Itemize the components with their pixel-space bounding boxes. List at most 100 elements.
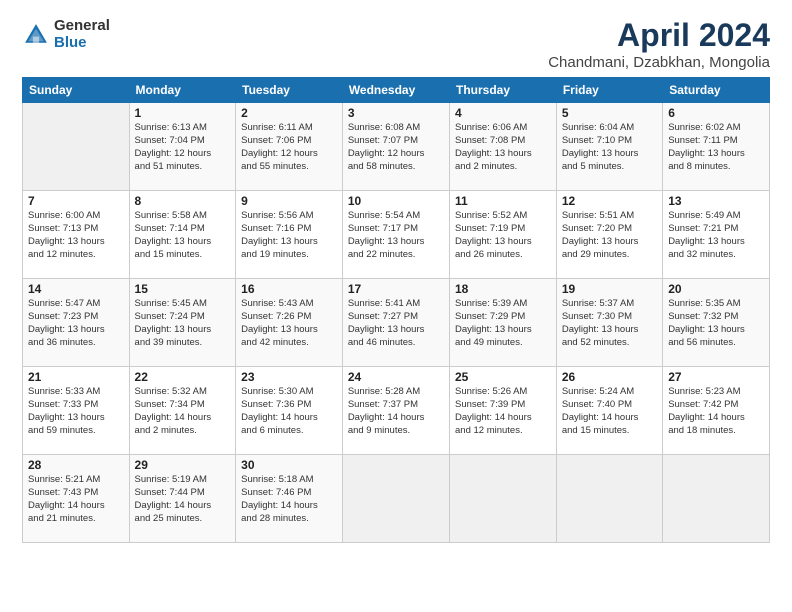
weekday-friday: Friday — [556, 78, 662, 103]
day-number: 15 — [135, 282, 231, 296]
calendar-cell: 16Sunrise: 5:43 AMSunset: 7:26 PMDayligh… — [236, 279, 343, 367]
day-number: 6 — [668, 106, 764, 120]
day-number: 9 — [241, 194, 337, 208]
week-row-4: 28 Sunrise: 5:21 AMSunset: 7:43 PMDayligh… — [23, 455, 770, 543]
calendar-cell: 14 Sunrise: 5:47 AMSunset: 7:23 PMDayligh… — [23, 279, 130, 367]
day-info: Sunrise: 5:35 AMSunset: 7:32 PMDaylight:… — [668, 298, 764, 349]
day-info: Sunrise: 5:19 AMSunset: 7:44 PMDaylight:… — [135, 474, 231, 525]
calendar-cell: 1 Sunrise: 6:13 AMSunset: 7:04 PMDaylight… — [129, 103, 236, 191]
day-number: 1 — [135, 106, 231, 120]
day-number: 21 — [28, 370, 124, 384]
day-number: 18 — [455, 282, 551, 296]
calendar-cell: 27 Sunrise: 5:23 AMSunset: 7:42 PMDayligh… — [663, 367, 770, 455]
logo-blue: Blue — [54, 35, 110, 52]
day-info: Sunrise: 5:23 AMSunset: 7:42 PMDaylight:… — [668, 386, 764, 437]
day-number: 5 — [562, 106, 657, 120]
week-row-2: 14 Sunrise: 5:47 AMSunset: 7:23 PMDayligh… — [23, 279, 770, 367]
day-number: 30 — [241, 458, 337, 472]
logo-text: General Blue — [54, 18, 110, 51]
day-info: Sunrise: 5:56 AMSunset: 7:16 PMDaylight:… — [241, 210, 337, 261]
calendar-cell: 22Sunrise: 5:32 AMSunset: 7:34 PMDayligh… — [129, 367, 236, 455]
weekday-wednesday: Wednesday — [342, 78, 449, 103]
calendar-subtitle: Chandmani, Dzabkhan, Mongolia — [548, 54, 770, 71]
weekday-monday: Monday — [129, 78, 236, 103]
calendar-cell — [342, 455, 449, 543]
page: General Blue April 2024 Chandmani, Dzabk… — [0, 0, 792, 612]
weekday-thursday: Thursday — [450, 78, 557, 103]
calendar-cell — [556, 455, 662, 543]
day-info: Sunrise: 5:21 AMSunset: 7:43 PMDaylight:… — [28, 474, 124, 525]
day-info: Sunrise: 6:02 AMSunset: 7:11 PMDaylight:… — [668, 122, 764, 173]
day-number: 27 — [668, 370, 764, 384]
day-number: 10 — [348, 194, 444, 208]
calendar-cell: 2 Sunrise: 6:11 AMSunset: 7:06 PMDaylight… — [236, 103, 343, 191]
calendar-cell: 24 Sunrise: 5:28 AMSunset: 7:37 PMDayligh… — [342, 367, 449, 455]
day-number: 17 — [348, 282, 444, 296]
day-number: 16 — [241, 282, 337, 296]
day-info: Sunrise: 6:00 AMSunset: 7:13 PMDaylight:… — [28, 210, 124, 261]
calendar-cell: 9 Sunrise: 5:56 AMSunset: 7:16 PMDaylight… — [236, 191, 343, 279]
day-info: Sunrise: 5:41 AMSunset: 7:27 PMDaylight:… — [348, 298, 444, 349]
logo: General Blue — [22, 18, 110, 51]
day-info: Sunrise: 5:58 AMSunset: 7:14 PMDaylight:… — [135, 210, 231, 261]
day-number: 2 — [241, 106, 337, 120]
day-number: 23 — [241, 370, 337, 384]
calendar-cell: 3 Sunrise: 6:08 AMSunset: 7:07 PMDaylight… — [342, 103, 449, 191]
day-info: Sunrise: 6:08 AMSunset: 7:07 PMDaylight:… — [348, 122, 444, 173]
calendar-cell: 5 Sunrise: 6:04 AMSunset: 7:10 PMDaylight… — [556, 103, 662, 191]
day-number: 25 — [455, 370, 551, 384]
day-info: Sunrise: 5:33 AMSunset: 7:33 PMDaylight:… — [28, 386, 124, 437]
logo-general: General — [54, 18, 110, 35]
calendar-cell — [450, 455, 557, 543]
calendar-cell: 15Sunrise: 5:45 AMSunset: 7:24 PMDayligh… — [129, 279, 236, 367]
day-info: Sunrise: 6:06 AMSunset: 7:08 PMDaylight:… — [455, 122, 551, 173]
day-number: 14 — [28, 282, 124, 296]
calendar-cell: 6 Sunrise: 6:02 AMSunset: 7:11 PMDaylight… — [663, 103, 770, 191]
day-number: 8 — [135, 194, 231, 208]
calendar-cell: 10 Sunrise: 5:54 AMSunset: 7:17 PMDayligh… — [342, 191, 449, 279]
weekday-row: Sunday Monday Tuesday Wednesday Thursday… — [23, 78, 770, 103]
day-info: Sunrise: 5:47 AMSunset: 7:23 PMDaylight:… — [28, 298, 124, 349]
calendar-title: April 2024 — [548, 18, 770, 53]
calendar-cell — [663, 455, 770, 543]
calendar-cell: 25 Sunrise: 5:26 AMSunset: 7:39 PMDayligh… — [450, 367, 557, 455]
day-info: Sunrise: 5:39 AMSunset: 7:29 PMDaylight:… — [455, 298, 551, 349]
calendar-header: Sunday Monday Tuesday Wednesday Thursday… — [23, 78, 770, 103]
day-info: Sunrise: 5:52 AMSunset: 7:19 PMDaylight:… — [455, 210, 551, 261]
weekday-sunday: Sunday — [23, 78, 130, 103]
week-row-1: 7 Sunrise: 6:00 AMSunset: 7:13 PMDaylight… — [23, 191, 770, 279]
day-info: Sunrise: 6:13 AMSunset: 7:04 PMDaylight:… — [135, 122, 231, 173]
day-number: 19 — [562, 282, 657, 296]
day-number: 3 — [348, 106, 444, 120]
calendar-cell: 11Sunrise: 5:52 AMSunset: 7:19 PMDayligh… — [450, 191, 557, 279]
day-number: 13 — [668, 194, 764, 208]
calendar-table: Sunday Monday Tuesday Wednesday Thursday… — [22, 77, 770, 543]
day-number: 7 — [28, 194, 124, 208]
day-info: Sunrise: 6:11 AMSunset: 7:06 PMDaylight:… — [241, 122, 337, 173]
day-info: Sunrise: 5:51 AMSunset: 7:20 PMDaylight:… — [562, 210, 657, 261]
week-row-3: 21 Sunrise: 5:33 AMSunset: 7:33 PMDayligh… — [23, 367, 770, 455]
calendar-cell: 21 Sunrise: 5:33 AMSunset: 7:33 PMDayligh… — [23, 367, 130, 455]
day-number: 12 — [562, 194, 657, 208]
day-info: Sunrise: 5:28 AMSunset: 7:37 PMDaylight:… — [348, 386, 444, 437]
day-info: Sunrise: 5:24 AMSunset: 7:40 PMDaylight:… — [562, 386, 657, 437]
calendar-cell: 17 Sunrise: 5:41 AMSunset: 7:27 PMDayligh… — [342, 279, 449, 367]
day-number: 24 — [348, 370, 444, 384]
calendar-body: 1 Sunrise: 6:13 AMSunset: 7:04 PMDaylight… — [23, 103, 770, 543]
calendar-cell: 4 Sunrise: 6:06 AMSunset: 7:08 PMDaylight… — [450, 103, 557, 191]
day-info: Sunrise: 5:18 AMSunset: 7:46 PMDaylight:… — [241, 474, 337, 525]
day-info: Sunrise: 5:49 AMSunset: 7:21 PMDaylight:… — [668, 210, 764, 261]
day-number: 4 — [455, 106, 551, 120]
calendar-cell: 8 Sunrise: 5:58 AMSunset: 7:14 PMDaylight… — [129, 191, 236, 279]
calendar-cell: 30 Sunrise: 5:18 AMSunset: 7:46 PMDayligh… — [236, 455, 343, 543]
header: General Blue April 2024 Chandmani, Dzabk… — [22, 18, 770, 71]
calendar-cell: 19 Sunrise: 5:37 AMSunset: 7:30 PMDayligh… — [556, 279, 662, 367]
day-info: Sunrise: 5:37 AMSunset: 7:30 PMDaylight:… — [562, 298, 657, 349]
day-info: Sunrise: 5:54 AMSunset: 7:17 PMDaylight:… — [348, 210, 444, 261]
day-info: Sunrise: 5:26 AMSunset: 7:39 PMDaylight:… — [455, 386, 551, 437]
calendar-cell: 12 Sunrise: 5:51 AMSunset: 7:20 PMDayligh… — [556, 191, 662, 279]
day-number: 22 — [135, 370, 231, 384]
day-number: 20 — [668, 282, 764, 296]
day-number: 28 — [28, 458, 124, 472]
day-info: Sunrise: 6:04 AMSunset: 7:10 PMDaylight:… — [562, 122, 657, 173]
